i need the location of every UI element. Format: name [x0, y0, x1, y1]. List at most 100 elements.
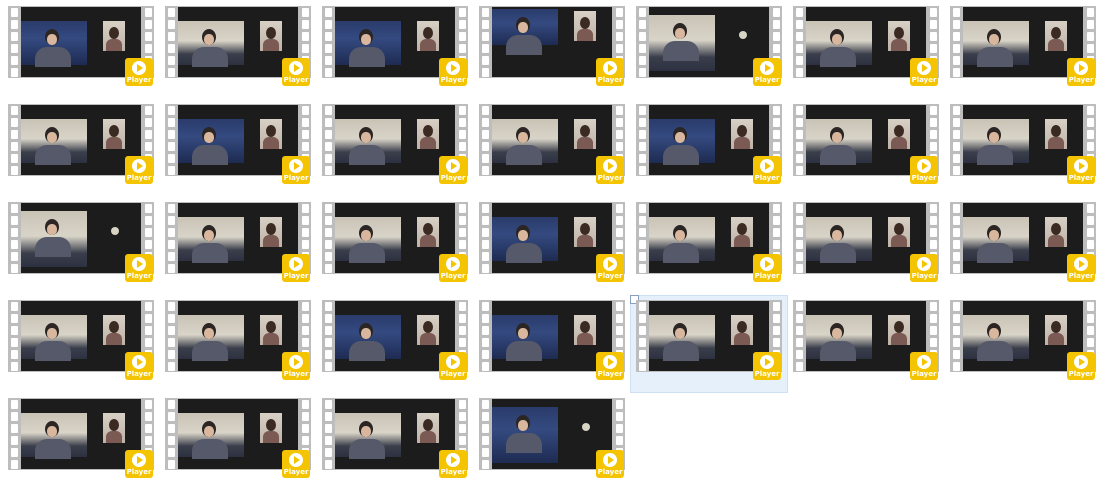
player-badge: Player: [439, 156, 467, 184]
video-file-item[interactable]: Player: [317, 2, 473, 98]
player-label: Player: [1068, 76, 1094, 84]
player-badge: Player: [1067, 254, 1095, 282]
video-file-item[interactable]: Player: [3, 394, 159, 490]
video-file-item[interactable]: Player: [474, 296, 630, 392]
player-label: Player: [754, 76, 780, 84]
avatar-dot: [582, 423, 590, 431]
video-file-item[interactable]: Player: [160, 296, 316, 392]
player-badge: Player: [282, 352, 310, 380]
video-file-item[interactable]: Player: [945, 2, 1096, 98]
player-label: Player: [597, 174, 623, 182]
video-file-item[interactable]: Player: [945, 296, 1096, 392]
video-file-item[interactable]: Player: [160, 198, 316, 294]
film-perforation-left: [9, 104, 19, 176]
film-perforation-left: [480, 6, 490, 78]
video-frame: [335, 105, 455, 175]
film-perforation-left: [9, 6, 19, 78]
player-label: Player: [283, 76, 309, 84]
video-file-item[interactable]: Player: [3, 100, 159, 196]
player-badge: Player: [596, 58, 624, 86]
video-file-item[interactable]: Player: [3, 296, 159, 392]
video-file-item[interactable]: Player: [317, 198, 473, 294]
player-badge: Player: [125, 156, 153, 184]
film-perforation-left: [323, 104, 333, 176]
player-label: Player: [283, 468, 309, 476]
film-perforation-left: [951, 300, 961, 372]
video-file-item[interactable]: Player: [631, 2, 787, 98]
player-badge: Player: [910, 58, 938, 86]
player-label: Player: [126, 174, 152, 182]
film-perforation-left: [166, 104, 176, 176]
video-frame: [492, 301, 612, 371]
video-frame: [335, 203, 455, 273]
film-perforation-left: [323, 398, 333, 470]
video-frame: [963, 203, 1083, 273]
video-frame: [649, 301, 769, 371]
video-file-item[interactable]: Player: [474, 198, 630, 294]
video-frame: [492, 203, 612, 273]
film-perforation-left: [794, 6, 804, 78]
video-frame: [492, 105, 612, 175]
player-label: Player: [440, 76, 466, 84]
video-file-item[interactable]: Player: [474, 394, 630, 490]
video-frame: [649, 7, 769, 77]
video-frame: [178, 7, 298, 77]
player-label: Player: [440, 370, 466, 378]
film-perforation-left: [9, 300, 19, 372]
player-badge: Player: [910, 156, 938, 184]
video-frame: [963, 301, 1083, 371]
film-perforation-left: [480, 300, 490, 372]
film-perforation-left: [9, 398, 19, 470]
video-file-item[interactable]: Player: [317, 296, 473, 392]
video-file-item[interactable]: Player: [788, 198, 944, 294]
video-file-item[interactable]: Player: [630, 295, 788, 393]
video-file-item[interactable]: Player: [317, 394, 473, 490]
film-perforation-left: [323, 6, 333, 78]
video-file-item[interactable]: Player: [474, 100, 630, 196]
video-file-item[interactable]: Player: [3, 198, 159, 294]
player-label: Player: [126, 468, 152, 476]
player-label: Player: [283, 370, 309, 378]
film-perforation-left: [166, 300, 176, 372]
player-label: Player: [597, 370, 623, 378]
player-badge: Player: [282, 254, 310, 282]
player-label: Player: [911, 370, 937, 378]
player-badge: Player: [282, 58, 310, 86]
film-perforation-left: [166, 202, 176, 274]
film-perforation-left: [166, 398, 176, 470]
video-file-item[interactable]: Player: [945, 198, 1096, 294]
video-file-item[interactable]: Player: [160, 2, 316, 98]
player-badge: Player: [439, 58, 467, 86]
video-file-item[interactable]: Player: [631, 100, 787, 196]
player-label: Player: [754, 370, 780, 378]
film-perforation-left: [794, 300, 804, 372]
film-perforation-left: [794, 202, 804, 274]
film-perforation-left: [480, 104, 490, 176]
film-perforation-left: [951, 104, 961, 176]
player-label: Player: [597, 272, 623, 280]
video-file-item[interactable]: Player: [317, 100, 473, 196]
video-file-item[interactable]: Player: [474, 2, 630, 98]
player-label: Player: [754, 174, 780, 182]
video-file-item[interactable]: Player: [160, 394, 316, 490]
video-frame: [178, 105, 298, 175]
avatar-dot: [739, 31, 747, 39]
film-perforation-left: [951, 202, 961, 274]
player-badge: Player: [753, 58, 781, 86]
player-label: Player: [1068, 370, 1094, 378]
player-label: Player: [126, 272, 152, 280]
video-file-item[interactable]: Player: [788, 100, 944, 196]
player-label: Player: [126, 370, 152, 378]
video-file-item[interactable]: Player: [788, 296, 944, 392]
video-file-item[interactable]: Player: [945, 100, 1096, 196]
player-badge: Player: [282, 156, 310, 184]
film-perforation-left: [637, 202, 647, 274]
file-grid: Player Player Player Player Player Player Play…: [0, 0, 1096, 489]
video-file-item[interactable]: Player: [160, 100, 316, 196]
video-file-item[interactable]: Player: [788, 2, 944, 98]
player-badge: Player: [596, 450, 624, 478]
video-file-item[interactable]: Player: [631, 198, 787, 294]
video-file-item[interactable]: Player: [3, 2, 159, 98]
video-frame: [21, 399, 141, 469]
video-frame: [806, 301, 926, 371]
